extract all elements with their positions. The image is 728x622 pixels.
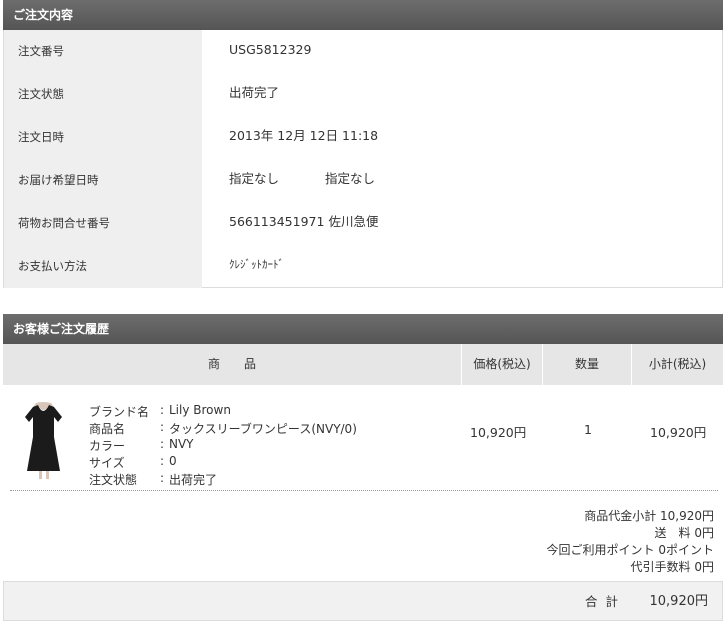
col-product-header: 商 品 (207, 357, 256, 371)
delivery-date-value: 指定なし 指定なし (202, 159, 375, 202)
order-row-payment: お支払い方法 ｸﾚｼﾞｯﾄｶｰﾄﾞ (4, 245, 722, 288)
brand-value: Lily Brown (169, 403, 231, 417)
delivery-date-time: 指定なし (325, 171, 376, 186)
summary-subtotal: 商品代金小計 10,920円 (584, 509, 714, 523)
product-name-value[interactable]: タックスリーブワンピース(NVY/0) (169, 420, 357, 437)
tracking-number: 566113451971 (229, 214, 325, 229)
total-value: 10,920円 (649, 594, 709, 609)
size-label: サイズ (89, 456, 125, 470)
order-number-label: 注文番号 (4, 30, 202, 73)
size-value: 0 (169, 454, 177, 468)
item-quantity: 1 (584, 422, 592, 437)
order-section-header: ご注文内容 (3, 0, 723, 30)
item-status-colon: : (160, 471, 165, 485)
item-price: 10,920円 (470, 425, 527, 440)
item-status-value: 出荷完了 (169, 473, 218, 487)
color-colon: : (160, 437, 165, 451)
order-row-status: 注文状態 出荷完了 (4, 73, 722, 116)
order-number-value: USG5812329 (229, 42, 312, 57)
col-subtotal-header: 小計(税込) (648, 357, 707, 371)
tracking-value: 566113451971 佐川急便 (202, 202, 378, 245)
item-divider (10, 490, 718, 491)
product-name-label: 商品名 (89, 422, 126, 436)
order-section-title: ご注文内容 (13, 8, 74, 22)
order-row-datetime: 注文日時 2013年 12月 12日 11:18 (4, 116, 722, 159)
tracking-label: 荷物お問合せ番号 (4, 202, 202, 245)
product-name-colon: : (160, 420, 165, 434)
item-subtotal: 10,920円 (650, 425, 707, 440)
order-status-label: 注文状態 (4, 73, 202, 116)
summary-points: 今回ご利用ポイント 0ポイント (546, 543, 714, 557)
col-price-header: 価格(税込) (473, 357, 531, 371)
black-dress-image[interactable] (16, 397, 71, 481)
order-status-value: 出荷完了 (229, 85, 280, 100)
history-column-header: 商 品 価格(税込) 数量 小計(税込) (3, 344, 723, 385)
size-colon: : (160, 454, 165, 468)
summary-cod-fee: 代引手数料 0円 (630, 560, 714, 574)
delivery-date-label: お届け希望日時 (4, 159, 202, 202)
color-value: NVY (169, 437, 194, 451)
total-row: 合計 10,920円 (3, 581, 723, 621)
delivery-date-day: 指定なし (229, 171, 280, 186)
order-row-number: 注文番号 USG5812329 (4, 30, 722, 73)
color-label: カラー (89, 439, 126, 453)
brand-label: ブランド名 (89, 405, 150, 419)
order-row-tracking: 荷物お問合せ番号 566113451971 佐川急便 (4, 202, 722, 245)
item-status-label: 注文状態 (89, 473, 138, 487)
order-row-delivery-date: お届け希望日時 指定なし 指定なし (4, 159, 722, 202)
payment-value: ｸﾚｼﾞｯﾄｶｰﾄﾞ (229, 258, 284, 271)
total-label: 合計 (584, 594, 626, 609)
history-section-title: お客様ご注文履歴 (13, 322, 110, 336)
summary-shipping: 送 料 0円 (654, 526, 714, 540)
order-datetime-value: 2013年 12月 12日 11:18 (229, 128, 379, 143)
carrier-name: 佐川急便 (328, 214, 379, 229)
order-datetime-label: 注文日時 (4, 116, 202, 159)
history-section-header: お客様ご注文履歴 (3, 314, 723, 344)
brand-colon: : (160, 403, 165, 417)
payment-label: お支払い方法 (4, 245, 202, 288)
col-quantity-header: 数量 (574, 357, 599, 371)
order-details-table: 注文番号 USG5812329 注文状態 出荷完了 注文日時 2013年 12月… (3, 30, 723, 288)
